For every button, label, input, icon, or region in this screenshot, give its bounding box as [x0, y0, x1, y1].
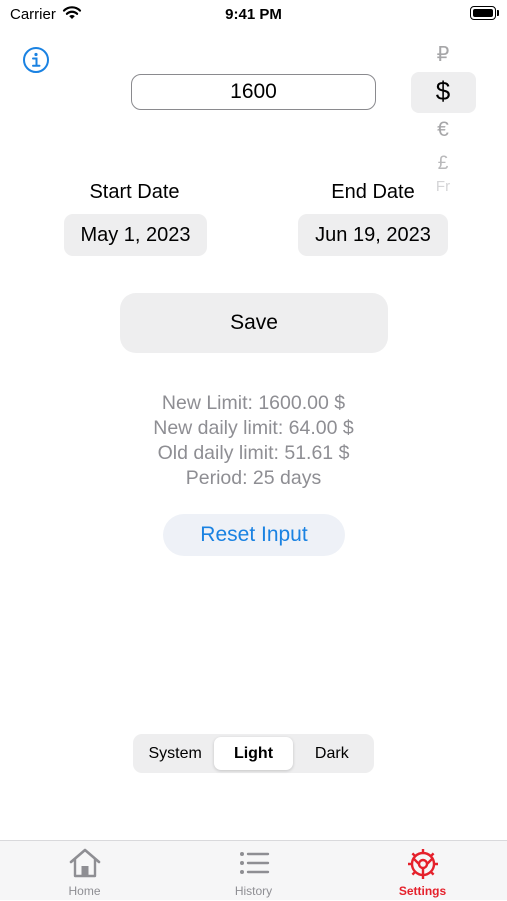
status-time: 9:41 PM: [225, 6, 282, 23]
start-date-picker[interactable]: May 1, 2023: [64, 214, 207, 256]
tab-settings[interactable]: Settings: [338, 841, 507, 901]
segment-system[interactable]: System: [136, 737, 214, 770]
battery-cap: [497, 10, 499, 16]
info-icon[interactable]: [22, 46, 50, 74]
tab-home-label: Home: [68, 884, 101, 898]
start-date-value: May 1, 2023: [80, 223, 191, 246]
tab-history[interactable]: History: [169, 841, 338, 901]
gear-icon: [406, 847, 440, 886]
battery-icon: [470, 6, 496, 20]
amount-value: 1600: [230, 80, 277, 103]
tab-history-label: History: [234, 884, 273, 898]
end-date-label: End Date: [331, 181, 415, 203]
start-date-label: Start Date: [89, 181, 180, 203]
save-button-label: Save: [230, 311, 278, 334]
appearance-segmented-control: System Light Dark: [133, 734, 374, 773]
house-icon: [68, 847, 102, 884]
old-daily-limit-text: Old daily limit: 51.61 $: [157, 442, 350, 464]
end-date-picker[interactable]: Jun 19, 2023: [298, 214, 448, 256]
new-daily-limit-text: New daily limit: 64.00 $: [153, 417, 354, 439]
currency-option-eur[interactable]: €: [410, 118, 476, 142]
currency-option-usd[interactable]: $: [410, 76, 476, 107]
save-button[interactable]: Save: [120, 293, 388, 353]
tab-settings-label: Settings: [398, 884, 447, 898]
segment-light[interactable]: Light: [214, 737, 293, 770]
amount-input[interactable]: 1600: [131, 74, 376, 110]
reset-input-label: Reset Input: [200, 523, 308, 546]
reset-input-button[interactable]: Reset Input: [163, 514, 345, 556]
tab-bar: Home History Settings: [0, 840, 507, 900]
segment-dark[interactable]: Dark: [293, 737, 371, 770]
limit-summary: New Limit: 1600.00 $ New daily limit: 64…: [0, 391, 507, 491]
period-text: Period: 25 days: [185, 467, 322, 489]
tab-home[interactable]: Home: [0, 841, 169, 901]
currency-option-rub[interactable]: ₽: [410, 42, 476, 67]
end-date-value: Jun 19, 2023: [315, 223, 431, 246]
new-limit-text: New Limit: 1600.00 $: [161, 392, 346, 414]
currency-option-gbp[interactable]: £: [410, 153, 476, 175]
status-bar: Carrier 9:41 PM: [0, 0, 507, 30]
list-icon: [237, 847, 271, 884]
